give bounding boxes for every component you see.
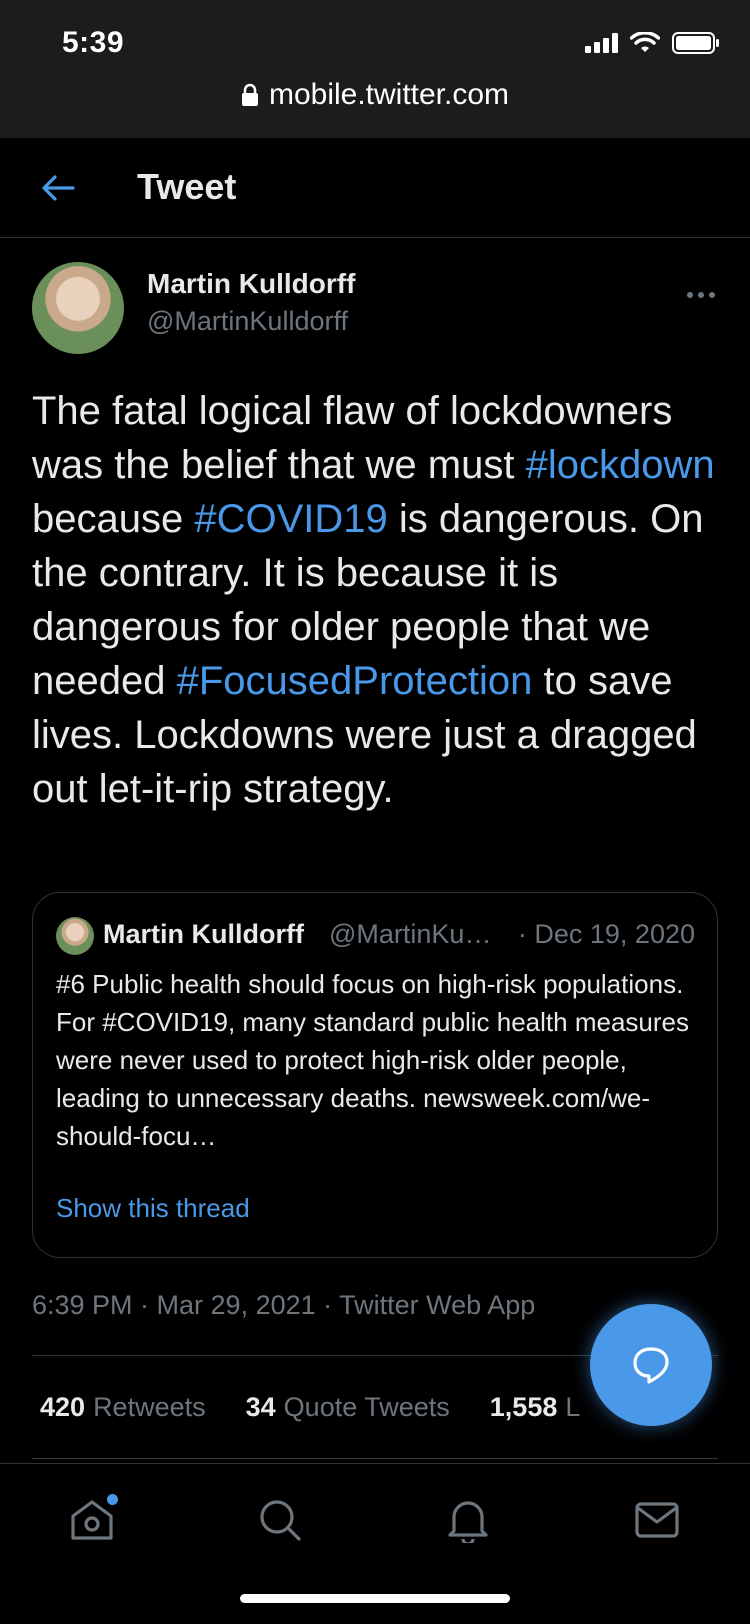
tweet-text: The fatal logical flaw of lockdowners wa… [32,384,722,816]
search-icon [260,1500,301,1541]
back-arrow-icon [42,175,75,201]
hashtag-link[interactable]: #lockdown [526,443,715,487]
divider [32,1458,718,1459]
tweet-text-segment: because [32,497,195,541]
quoted-text: #6 Public health should focus on high-ri… [56,969,689,1151]
tweet-header: Tweet [0,138,750,238]
quoted-avatar [56,917,94,955]
nav-messages[interactable] [627,1490,687,1550]
nav-search[interactable] [250,1490,310,1550]
compose-reply-button[interactable] [590,1304,712,1426]
compose-reply-icon [633,1347,669,1384]
likes-stat[interactable]: 1,558 L [490,1392,581,1423]
tweet-stats: 420 Retweets 34 Quote Tweets 1,558 L [40,1392,580,1423]
quoted-author-handle: @MartinKu… [329,919,492,949]
url-text: mobile.twitter.com [268,78,510,111]
battery-icon [672,32,719,54]
tweet-timestamp[interactable]: 6:39 PM · Mar 29, 2021 · Twitter Web App [32,1290,535,1321]
nav-notifications[interactable] [438,1490,498,1550]
show-thread-link[interactable]: Show this thread [56,1193,250,1224]
signal-icon [585,33,618,53]
home-icon [71,1500,113,1540]
hashtag-link[interactable]: #COVID19 [194,497,387,541]
page-title: Tweet [137,166,237,207]
more-button[interactable] [686,274,716,306]
wifi-icon [630,32,660,52]
browser-chrome: 5:39 mobile.twitter.com [0,0,750,138]
more-icon [687,292,715,298]
retweets-stat[interactable]: 420 Retweets [40,1392,206,1423]
author-name[interactable]: Martin Kulldorff [147,268,355,300]
home-indicator[interactable] [240,1594,510,1603]
quote-tweets-stat[interactable]: 34 Quote Tweets [246,1392,450,1423]
home-notification-dot [107,1494,118,1505]
hashtag-link[interactable]: #FocusedProtection [177,659,533,703]
messages-icon [635,1502,679,1538]
url-bar[interactable]: mobile.twitter.com [0,78,750,112]
quoted-tweet[interactable]: Martin Kulldorff @MartinKu… · Dec 19, 20… [32,892,718,1258]
status-icons [585,32,720,54]
notifications-icon [448,1501,488,1543]
lock-icon [241,83,258,106]
quoted-author-name: Martin Kulldorff [103,919,304,949]
avatar[interactable] [32,262,124,354]
quoted-date: · Dec 19, 2020 [517,919,695,949]
nav-home[interactable] [62,1490,122,1550]
back-button[interactable] [36,168,80,208]
status-time: 5:39 [62,26,125,59]
author-handle[interactable]: @MartinKulldorff [147,306,348,337]
